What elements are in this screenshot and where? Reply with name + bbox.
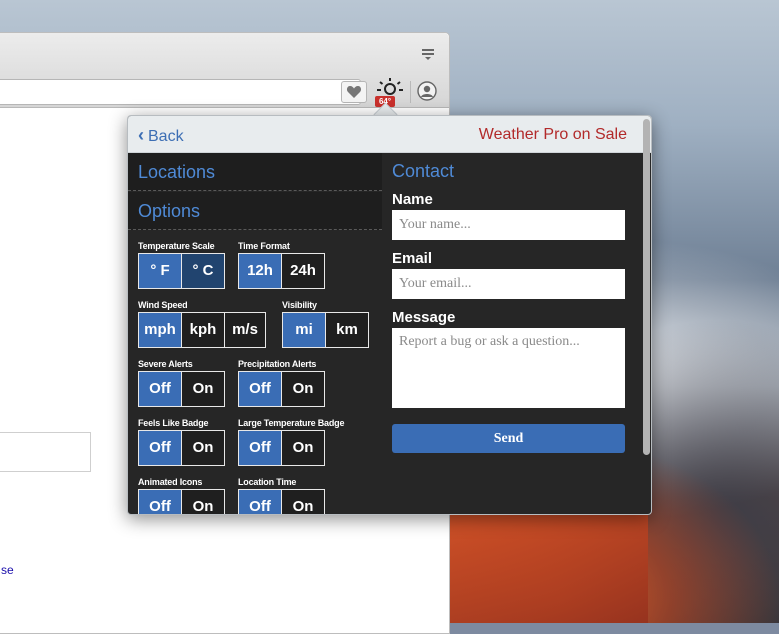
wind-ms-button[interactable]: m/s — [224, 312, 266, 348]
large-temp-badge-toggle: Off On — [238, 430, 325, 466]
message-field[interactable] — [392, 328, 625, 408]
time-24h-button[interactable]: 24h — [281, 253, 325, 289]
page-text-input[interactable] — [0, 432, 91, 472]
time-12h-button[interactable]: 12h — [238, 253, 282, 289]
toolbar-divider — [410, 81, 411, 103]
large-temp-on-button[interactable]: On — [281, 430, 325, 466]
contact-title: Contact — [392, 161, 455, 181]
animated-icons-toggle: Off On — [138, 489, 225, 514]
temperature-scale-toggle: ° F ° C — [138, 253, 225, 289]
precipitation-alerts-toggle: Off On — [238, 371, 325, 407]
feels-like-off-button[interactable]: Off — [138, 430, 182, 466]
animated-icons-label: Animated Icons — [138, 477, 203, 487]
visibility-km-button[interactable]: km — [325, 312, 369, 348]
visibility-mi-button[interactable]: mi — [282, 312, 326, 348]
feels-like-badge-toggle: Off On — [138, 430, 225, 466]
menu-icon[interactable] — [421, 47, 435, 61]
temperature-scale-label: Temperature Scale — [138, 241, 215, 251]
heart-icon — [346, 86, 362, 98]
feels-like-on-button[interactable]: On — [181, 430, 225, 466]
feels-like-badge-label: Feels Like Badge — [138, 418, 209, 428]
precipitation-alerts-off-button[interactable]: Off — [238, 371, 282, 407]
severe-alerts-toggle: Off On — [138, 371, 225, 407]
location-time-off-button[interactable]: Off — [238, 489, 282, 514]
page-link[interactable]: se — [1, 563, 14, 577]
email-label: Email — [392, 250, 433, 267]
message-label: Message — [392, 309, 456, 326]
nav-options[interactable]: Options — [128, 192, 382, 230]
nav-locations[interactable]: Locations — [128, 153, 382, 191]
temp-c-button[interactable]: ° C — [181, 253, 225, 289]
bookmark-button[interactable] — [341, 81, 367, 103]
visibility-label: Visibility — [282, 300, 317, 310]
wind-speed-toggle: mph kph m/s — [138, 312, 266, 348]
contact-column: Contact Name Email Message Send — [382, 153, 637, 514]
location-time-label: Location Time — [238, 477, 297, 487]
location-time-toggle: Off On — [238, 489, 325, 514]
promo-link[interactable]: Weather Pro on Sale — [479, 125, 627, 145]
severe-alerts-label: Severe Alerts — [138, 359, 193, 369]
wind-kph-button[interactable]: kph — [181, 312, 225, 348]
name-label: Name — [392, 191, 433, 208]
large-temp-badge-label: Large Temperature Badge — [238, 418, 345, 428]
animated-icons-on-button[interactable]: On — [181, 489, 225, 514]
name-field[interactable] — [392, 210, 625, 240]
large-temp-off-button[interactable]: Off — [238, 430, 282, 466]
profile-button[interactable] — [417, 81, 437, 101]
back-label: Back — [148, 128, 184, 145]
profile-icon — [417, 81, 437, 101]
wind-mph-button[interactable]: mph — [138, 312, 182, 348]
precipitation-alerts-on-button[interactable]: On — [281, 371, 325, 407]
send-button[interactable]: Send — [392, 424, 625, 453]
animated-icons-off-button[interactable]: Off — [138, 489, 182, 514]
popup-header: ‹ Back Weather Pro on Sale — [128, 116, 651, 153]
severe-alerts-off-button[interactable]: Off — [138, 371, 182, 407]
visibility-toggle: mi km — [282, 312, 369, 348]
email-field[interactable] — [392, 269, 625, 299]
severe-alerts-on-button[interactable]: On — [181, 371, 225, 407]
wind-speed-label: Wind Speed — [138, 300, 188, 310]
temp-f-button[interactable]: ° F — [138, 253, 182, 289]
options-column: Locations Options Temperature Scale ° F … — [128, 153, 382, 514]
address-bar[interactable] — [0, 79, 361, 105]
precipitation-alerts-label: Precipitation Alerts — [238, 359, 317, 369]
chevron-left-icon: ‹ — [138, 125, 144, 145]
time-format-label: Time Format — [238, 241, 290, 251]
weather-popup: ‹ Back Weather Pro on Sale Locations Opti… — [127, 115, 652, 515]
back-button[interactable]: ‹ Back — [138, 125, 184, 145]
popup-scrollbar[interactable] — [643, 119, 650, 455]
time-format-toggle: 12h 24h — [238, 253, 325, 289]
browser-toolbar: 64° — [0, 33, 449, 108]
location-time-on-button[interactable]: On — [281, 489, 325, 514]
